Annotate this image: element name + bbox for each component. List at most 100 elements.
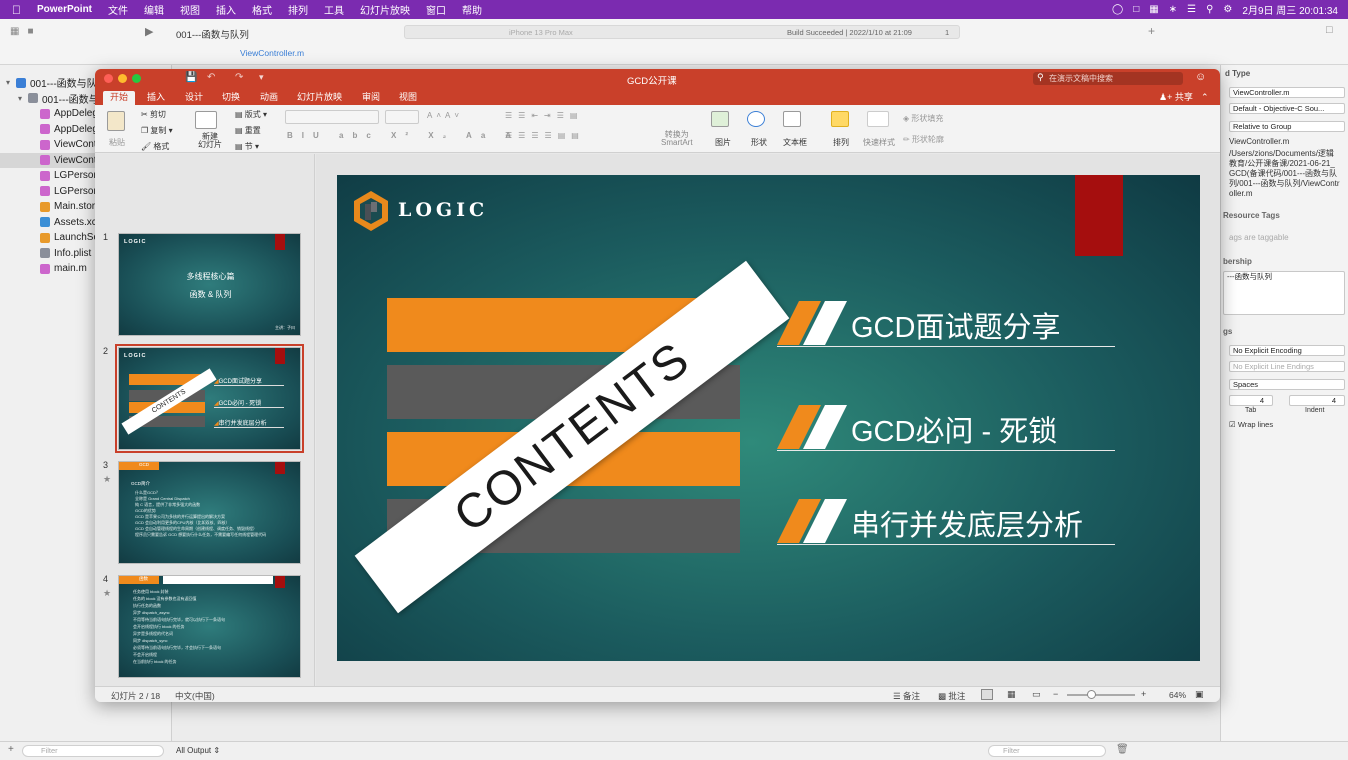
language-indicator[interactable]: 中文(中国)	[175, 690, 215, 702]
new-slide-icon[interactable]	[195, 111, 217, 129]
font-name-select[interactable]	[285, 110, 379, 124]
list-buttons[interactable]: ☰☰⇤⇥☰▤	[505, 111, 583, 120]
tab-home[interactable]: 开始	[103, 91, 135, 105]
share-button[interactable]: ♟+ 共享	[1159, 91, 1193, 105]
fit-window-icon[interactable]: ▣	[1195, 689, 1204, 700]
undo-icon[interactable]: ↶	[207, 72, 215, 83]
add-icon[interactable]: +	[1148, 24, 1155, 38]
console-filter[interactable]: Filter	[988, 745, 1106, 757]
inspector-toggle-icon[interactable]: □	[1326, 24, 1333, 36]
section-button[interactable]: ▤ 节 ▾	[235, 141, 259, 152]
inspector-name-field[interactable]: ViewController.m	[1229, 87, 1345, 98]
trash-icon[interactable]: 🗑	[1116, 744, 1129, 755]
editor-tab[interactable]: ViewController.m	[240, 48, 304, 58]
menu-arrange[interactable]: 排列	[280, 2, 316, 17]
comments-button[interactable]: ▩ 批注	[938, 690, 965, 702]
normal-view-icon[interactable]	[981, 689, 993, 700]
zoom-slider-thumb[interactable]	[1087, 690, 1096, 699]
notes-button[interactable]: ☰ 备注	[893, 690, 920, 702]
inspector-line-endings-select[interactable]: No Explicit Line Endings	[1229, 361, 1345, 372]
slide-thumbnail-4[interactable]: 函数 任务使用 block 封装 任务的 block 没有参数也没有返回值 执行…	[118, 575, 301, 678]
paste-label[interactable]: 粘贴	[109, 137, 125, 148]
shape-fill-button[interactable]: ◈ 形状填充	[903, 113, 943, 124]
warning-count[interactable]: 1	[945, 28, 949, 37]
font-size-select[interactable]	[385, 110, 419, 124]
shape-outline-button[interactable]: ✏ 形状轮廓	[903, 134, 944, 145]
quick-styles-label[interactable]: 快速样式	[863, 137, 895, 148]
redo-icon[interactable]: ↷	[235, 72, 243, 83]
font-size-buttons[interactable]: A˄A˅	[427, 111, 463, 120]
arrange-label[interactable]: 排列	[833, 137, 849, 148]
collapse-ribbon-icon[interactable]: ⌃	[1201, 91, 1209, 105]
menu-tools[interactable]: 工具	[316, 2, 352, 17]
chat-icon[interactable]: ◯	[1112, 4, 1123, 15]
zoom-out-icon[interactable]: −	[1053, 689, 1058, 699]
inspector-indent-field[interactable]: 4	[1289, 395, 1345, 406]
inspector-target-list[interactable]: ---函数与队列	[1223, 271, 1345, 315]
zoom-level[interactable]: 64%	[1169, 690, 1186, 700]
output-selector[interactable]: All Output ⇕	[176, 746, 220, 755]
disclosure-icon[interactable]: ▾	[6, 78, 16, 87]
menu-view[interactable]: 视图	[172, 2, 208, 17]
tab-insert[interactable]: 插入	[147, 91, 165, 105]
stop-icon[interactable]: ■	[27, 26, 33, 38]
menu-help[interactable]: 帮助	[454, 2, 490, 17]
layout-button[interactable]: ▤ 版式 ▾	[235, 109, 267, 120]
search-box[interactable]: 在演示文稿中搜索	[1033, 72, 1183, 85]
agenda-item-3[interactable]: 串行并发底层分析	[777, 497, 1115, 545]
scheme-selector[interactable]: 001---函数与队列	[176, 27, 249, 41]
shape-icon[interactable]	[747, 111, 765, 127]
tab-animations[interactable]: 动画	[260, 91, 278, 105]
reset-button[interactable]: ▤ 重置	[235, 125, 261, 136]
slide-thumbnail-3[interactable]: GCD GCD简介 什么是GCD？ 全称是 Grand Central Disp…	[118, 461, 301, 564]
customize-icon[interactable]: ▾	[259, 72, 264, 83]
apple-menu-icon[interactable]: 	[0, 3, 29, 17]
convert-smartart-button[interactable]: 转换为 SmartArt	[661, 131, 693, 147]
clock[interactable]: 2月9日 周三 20:01:34	[1242, 2, 1338, 17]
run-icon[interactable]: ▶	[145, 25, 153, 38]
minimize-button[interactable]	[118, 74, 127, 83]
inspector-encoding-select[interactable]: No Explicit Encoding	[1229, 345, 1345, 356]
menu-file[interactable]: 文件	[100, 2, 136, 17]
screen-icon[interactable]: □	[1133, 4, 1139, 15]
agenda-item-1[interactable]: GCD面试题分享	[777, 299, 1115, 347]
copy-button[interactable]: ❐ 复制 ▾	[141, 125, 173, 136]
navigator-filter[interactable]: Filter	[22, 745, 164, 757]
picture-icon[interactable]	[711, 111, 729, 127]
disclosure-icon[interactable]: ▾	[18, 94, 28, 103]
align-buttons[interactable]: ☰☰☰☰▤▤	[505, 131, 585, 140]
wifi-icon[interactable]: ☰	[1187, 4, 1196, 15]
inspector-filetype-select[interactable]: Default - Objective-C Sou...	[1229, 103, 1345, 114]
format-painter-button[interactable]: 🖌 格式	[141, 141, 169, 152]
slide-thumbnail-1[interactable]: LOGIC 多线程核心篇 函数 & 队列 主讲：子曰	[118, 233, 301, 336]
control-center-icon[interactable]: ⚙	[1223, 4, 1232, 15]
tab-view[interactable]: 视图	[399, 91, 417, 105]
menu-edit[interactable]: 编辑	[136, 2, 172, 17]
inspector-wrap-checkbox[interactable]: ☑ Wrap lines	[1229, 420, 1273, 429]
paste-icon[interactable]	[107, 111, 125, 131]
device-selector[interactable]: iPhone 13 Pro Max	[509, 28, 573, 37]
textbox-icon[interactable]	[783, 111, 801, 127]
search-icon[interactable]: ⚲	[1206, 4, 1213, 15]
agenda-item-2[interactable]: GCD必问 - 死锁	[777, 403, 1115, 451]
save-icon[interactable]: 💾	[185, 72, 197, 83]
input-method-icon[interactable]: ▦	[1149, 4, 1158, 15]
tab-design[interactable]: 设计	[185, 91, 203, 105]
menu-insert[interactable]: 插入	[208, 2, 244, 17]
inspector-indent-select[interactable]: Spaces	[1229, 379, 1345, 390]
shape-label[interactable]: 形状	[751, 137, 767, 148]
sorter-view-icon[interactable]: ▦	[1007, 689, 1016, 700]
bluetooth-icon[interactable]: ∗	[1169, 4, 1177, 15]
new-slide-label[interactable]: 新建 幻灯片	[198, 133, 222, 149]
menu-window[interactable]: 窗口	[418, 2, 454, 17]
textbox-label[interactable]: 文本框	[783, 137, 807, 148]
inspector-location-select[interactable]: Relative to Group	[1229, 121, 1345, 132]
close-button[interactable]	[104, 74, 113, 83]
quick-styles-icon[interactable]	[867, 111, 889, 127]
sidebar-toggle-icon[interactable]: ▦	[10, 26, 19, 38]
tab-slideshow[interactable]: 幻灯片放映	[297, 91, 342, 105]
inspector-tab-field[interactable]: 4	[1229, 395, 1273, 406]
add-file-icon[interactable]: +	[8, 744, 14, 755]
zoom-button[interactable]	[132, 74, 141, 83]
zoom-slider[interactable]	[1067, 690, 1135, 699]
